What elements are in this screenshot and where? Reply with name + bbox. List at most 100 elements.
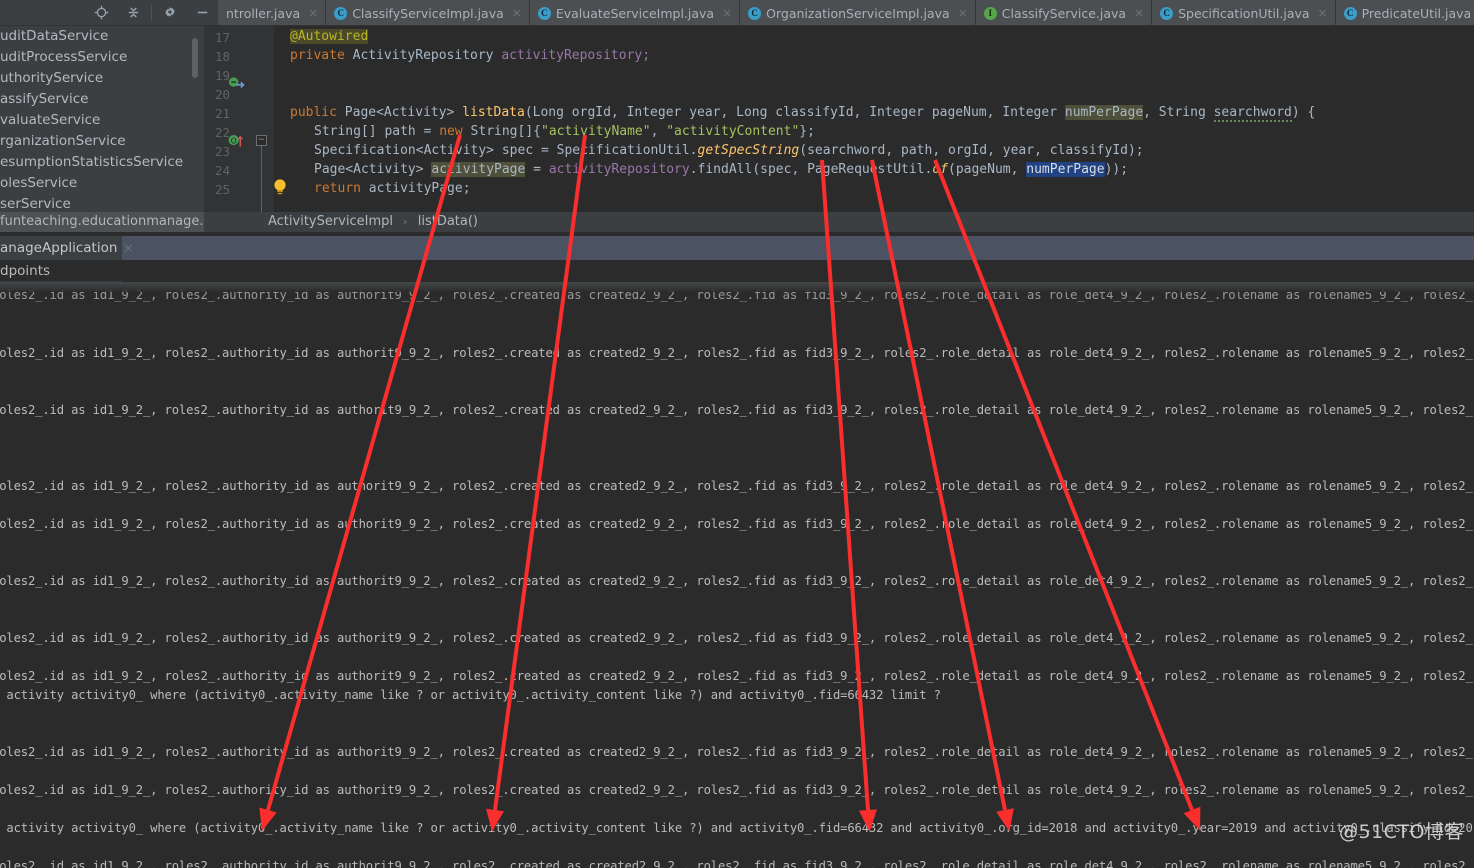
code-line[interactable]: @Autowired (290, 27, 369, 46)
code-token: , String (1143, 105, 1214, 120)
run-sub-tab-endpoints[interactable]: dpoints (0, 260, 58, 282)
svg-text:O: O (231, 136, 237, 145)
structure-item[interactable]: olesService (0, 173, 204, 194)
call-get-spec-string: getSpecString (697, 143, 800, 158)
console-log-line: roles2_.id as id1_9_2_, roles2_.authorit… (0, 479, 1474, 493)
line-number: 18 (214, 49, 230, 64)
type-activity-repository: ActivityRepository (352, 48, 494, 63)
code-token: }; (799, 124, 815, 139)
code-editor[interactable]: 17 18 19 20 21 22 23 24 25 O − @Autowired private… (204, 26, 1474, 212)
code-line[interactable]: return activityPage; (290, 179, 471, 198)
console-output[interactable]: roles2_.id as id1_9_2_, roles2_.authorit… (0, 282, 1474, 868)
structure-item[interactable]: valuateService (0, 110, 204, 131)
console-log-line: n activity activity0_ where (activity0_.… (0, 688, 941, 702)
code-token: String[] path = (314, 124, 440, 139)
structure-item[interactable]: esumptionStatisticsService (0, 152, 204, 173)
editor-tab-label: ntroller.java (226, 5, 301, 21)
line-number: 19 (214, 68, 230, 83)
close-icon[interactable]: × (512, 6, 522, 20)
line-number: 20 (214, 87, 230, 102)
string-activity-content: "activityContent" (666, 124, 800, 139)
code-token: (searchword, path, orgId, year, classify… (799, 143, 1144, 158)
param-num-per-page: numPerPage (1064, 105, 1144, 120)
close-icon[interactable]: × (722, 6, 732, 20)
var-activity-page: activityPage (431, 162, 526, 177)
class-icon: C (1343, 6, 1357, 20)
close-icon[interactable]: × (958, 6, 968, 20)
editor-tab[interactable]: I ClassifyService.java × (975, 0, 1153, 25)
tabbar-left-spacer (0, 0, 85, 25)
console-log-line: roles2_.id as id1_9_2_, roles2_.authorit… (0, 517, 1474, 531)
close-icon[interactable]: × (123, 241, 133, 255)
structure-item[interactable]: uditProcessService (0, 47, 204, 68)
structure-panel[interactable]: uditDataService uditProcessService uthorit… (0, 26, 204, 212)
breadcrumb-class[interactable]: ActivityServiceImpl (268, 214, 393, 229)
editor-tab[interactable]: C SpecificationUtil.java × (1152, 0, 1336, 25)
console-log-line: n activity activity0_ where (activity0_.… (0, 821, 1474, 835)
implemented-method-icon[interactable]: O (228, 133, 245, 153)
structure-item[interactable]: uditDataService (0, 26, 204, 47)
code-token: (Long orgId, Integer year, Long classify… (524, 105, 1065, 120)
watermark: @51CTO博客 (1338, 821, 1464, 843)
locate-icon[interactable] (85, 0, 117, 26)
code-line[interactable]: public Page<Activity> listData(Long orgI… (290, 103, 1315, 122)
code-line[interactable]: String[] path = new String[]{"activityNa… (290, 122, 815, 141)
close-icon[interactable]: × (1318, 6, 1328, 20)
code-token: return (314, 181, 361, 196)
structure-panel-scrollbar[interactable] (192, 38, 198, 78)
close-icon[interactable]: × (1134, 6, 1144, 20)
settings-gear-icon[interactable] (154, 0, 186, 26)
code-fold-toggle[interactable]: − (256, 135, 267, 146)
editor-tab[interactable]: C ClassifyServiceImpl.java × (326, 0, 530, 25)
line-number: 22 (214, 125, 230, 140)
structure-item[interactable]: rganizationService (0, 131, 204, 152)
code-token: activityPage; (360, 181, 471, 196)
code-token: String[]{ (462, 124, 541, 139)
tabbar-tool-icons (85, 0, 218, 25)
console-log-line: roles2_.id as id1_9_2_, roles2_.authorit… (0, 631, 1474, 645)
code-token: new (439, 124, 463, 139)
editor-tab[interactable]: C EvaluateServiceImpl.java × (529, 0, 741, 25)
editor-tab-label: ClassifyServiceImpl.java (352, 5, 504, 21)
editor-tab-label: PredicateUtil.java (1361, 5, 1472, 21)
structure-item[interactable]: serService (0, 194, 204, 212)
code-line[interactable]: Specification<Activity> spec = Specifica… (290, 141, 1144, 160)
code-token: private (290, 48, 345, 63)
run-tab-application[interactable]: anageApplication × (0, 236, 143, 260)
param-searchword: searchword (1213, 105, 1292, 122)
editor-tab[interactable]: ntroller.java × (218, 0, 327, 25)
structure-item[interactable]: uthorityService (0, 68, 204, 89)
line-number: 17 (214, 30, 230, 45)
editor-tab-label: OrganizationServiceImpl.java (766, 5, 950, 21)
structure-item[interactable]: assifyService (0, 89, 204, 110)
console-log-line: roles2_.id as id1_9_2_, roles2_.authorit… (0, 669, 1474, 683)
console-log-line: roles2_.id as id1_9_2_, roles2_.authorit… (0, 745, 1474, 759)
interface-icon: I (983, 6, 997, 20)
editor-tab[interactable]: CPredicateUtil.java× (1335, 0, 1474, 25)
console-log-line: roles2_.id as id1_9_2_, roles2_.authorit… (0, 859, 1474, 868)
hide-panel-icon[interactable] (186, 0, 218, 26)
code-token: .findAll(spec, PageRequestUtil. (689, 162, 933, 177)
code-line[interactable]: Page<Activity> activityPage = activityRe… (290, 160, 1128, 179)
line-number: 25 (214, 182, 230, 197)
console-log-line: roles2_.id as id1_9_2_, roles2_.authorit… (0, 403, 1474, 417)
code-text-area[interactable]: @Autowired private ActivityRepository act… (274, 26, 1474, 212)
editor-tab[interactable]: C OrganizationServiceImpl.java × (740, 0, 976, 25)
open-file-tabs: ntroller.java × C ClassifyServiceImpl.java ×… (218, 0, 1474, 25)
structure-panel-path: funteaching.educationmanage.Servi (0, 212, 204, 232)
method-name-list-data: listData (462, 105, 525, 120)
class-icon: C (537, 6, 551, 20)
code-token: Page<Activity> (314, 162, 432, 177)
line-number: 24 (214, 163, 230, 178)
code-line[interactable]: private ActivityRepository activityRepos… (290, 46, 650, 65)
field-ref-activity-repository: activityRepository (548, 162, 690, 177)
breadcrumb-method[interactable]: listData() (418, 214, 478, 229)
close-icon[interactable]: × (308, 6, 318, 20)
call-page-request-of: of (932, 162, 948, 177)
collapse-all-icon[interactable] (117, 0, 149, 26)
field-activity-repository: activityRepository; (501, 48, 651, 63)
run-tab-selection-highlight (122, 236, 1474, 260)
editor-gutter[interactable]: 17 18 19 20 21 22 23 24 25 O − (204, 26, 286, 212)
editor-tab-label: ClassifyService.java (1001, 5, 1127, 21)
override-method-icon[interactable] (228, 75, 245, 94)
